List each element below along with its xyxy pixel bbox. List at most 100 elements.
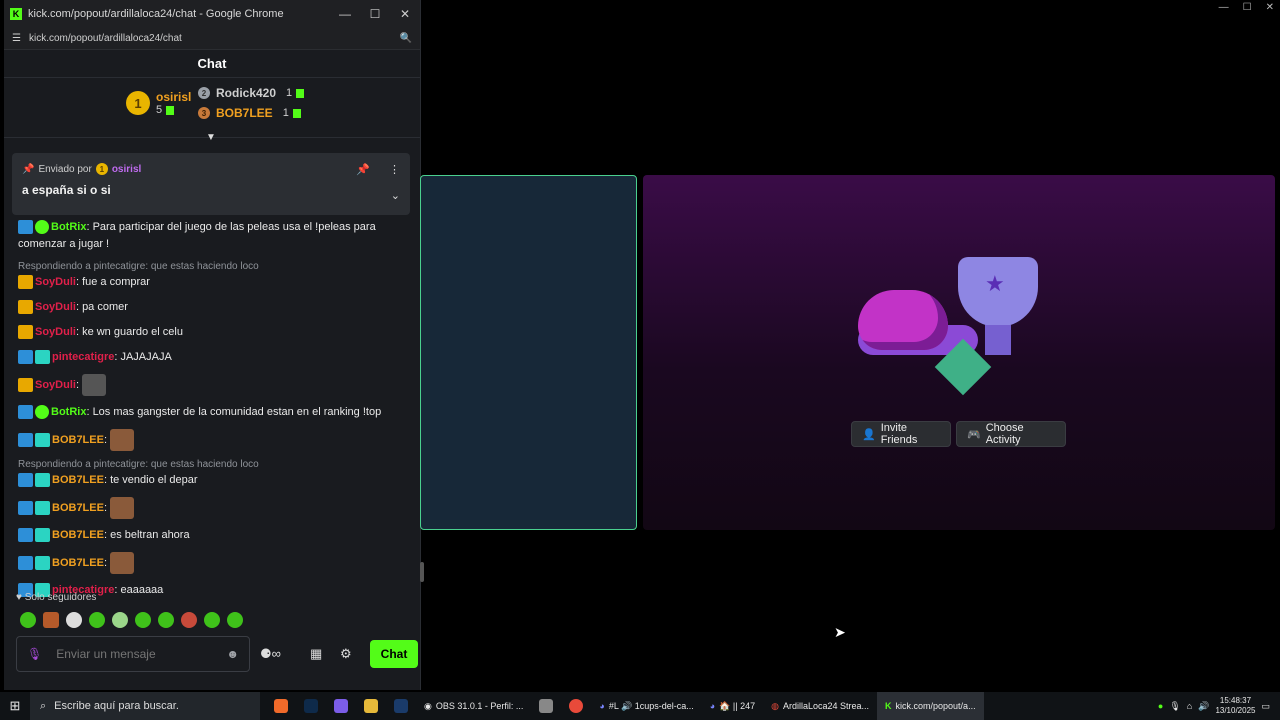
chat-username[interactable]: BotRix: [51, 221, 86, 233]
chat-username[interactable]: SoyDuli: [35, 326, 76, 338]
chat-message[interactable]: BotRix: Los mas gangster de la comunidad…: [18, 404, 410, 421]
site-settings-icon[interactable]: ☰: [12, 33, 21, 44]
taskbar-app-discord-1[interactable]: ◕ #L 🔊 1cups-del-ca...: [591, 692, 701, 720]
chat-username[interactable]: pintecatigre: [52, 351, 114, 363]
emote-button[interactable]: [227, 612, 243, 628]
chat-input[interactable]: [56, 647, 227, 661]
pinned-label: Enviado por: [38, 163, 92, 175]
microphone-icon[interactable]: 🎙: [1169, 701, 1180, 712]
participant-tile[interactable]: [420, 175, 637, 530]
chat-emote-image[interactable]: [110, 429, 135, 451]
chat-message-text: :: [103, 556, 108, 569]
leaderboard-first[interactable]: 1 osirisl 5: [126, 90, 191, 116]
chat-message[interactable]: SoyDuli: fue a comprar: [18, 274, 410, 291]
brave-icon[interactable]: [274, 699, 288, 713]
chat-username[interactable]: BOB7LEE: [52, 557, 104, 569]
chat-emote-image[interactable]: [110, 552, 135, 574]
windows-start-button[interactable]: ⊞: [0, 692, 30, 720]
emote-button[interactable]: [43, 612, 59, 628]
reply-context[interactable]: Respondiendo a pintecatigre: que estas h…: [18, 261, 410, 272]
minimize-button[interactable]: —: [330, 0, 360, 28]
chat-username[interactable]: SoyDuli: [35, 276, 76, 288]
chat-input-box[interactable]: 🎙 ☻: [16, 636, 250, 672]
chat-message[interactable]: BotRix: Para participar del juego de las…: [18, 219, 410, 253]
minimize-button[interactable]: —: [1219, 2, 1229, 13]
chat-username[interactable]: BOB7LEE: [52, 529, 104, 541]
send-chat-button[interactable]: Chat: [370, 640, 418, 668]
chat-message[interactable]: SoyDuli: ke wn guardo el celu: [18, 324, 410, 341]
chat-message[interactable]: SoyDuli: pa comer: [18, 299, 410, 316]
volume-icon[interactable]: 🔊: [1198, 701, 1209, 712]
taskbar-app-obs[interactable]: ◉ OBS 31.0.1 - Perfil: ...: [416, 692, 531, 720]
leaderboard-third[interactable]: 3 BOB7LEE 1: [198, 106, 301, 120]
taskbar-search[interactable]: ⌕ Escribe aquí para buscar.: [30, 692, 260, 720]
chat-emote-image[interactable]: [110, 497, 135, 519]
app-icon[interactable]: [539, 699, 554, 713]
status-dot-icon[interactable]: ●: [1158, 701, 1163, 711]
background-window-controls: — ☐ ✕: [1219, 2, 1274, 13]
emote-button[interactable]: [20, 612, 36, 628]
chat-username[interactable]: BOB7LEE: [52, 434, 104, 446]
chat-username[interactable]: BOB7LEE: [52, 474, 104, 486]
chat-message[interactable]: BOB7LEE:: [18, 552, 410, 574]
file-explorer-icon[interactable]: [364, 699, 378, 713]
mouse-cursor: ➤: [834, 624, 846, 640]
microphone-icon[interactable]: 🎙: [27, 647, 42, 661]
taskbar-app-chrome[interactable]: ◍ ArdillaLoca24 Strea...: [763, 692, 877, 720]
pinned-message-text: a españa si o si: [22, 183, 111, 197]
address-bar[interactable]: ☰ kick.com/popout/ardillaloca24/chat 🔍: [4, 28, 420, 50]
gear-icon[interactable]: ⚙: [340, 646, 352, 662]
copilot-icon[interactable]: [334, 699, 348, 713]
collapse-arrow-icon[interactable]: ▼: [206, 132, 216, 143]
gift-icon: [296, 88, 305, 98]
emote-button[interactable]: [135, 612, 151, 628]
emote-button[interactable]: [204, 612, 220, 628]
reply-context[interactable]: Respondiendo a pintecatigre: que estas h…: [18, 459, 410, 470]
emote-button[interactable]: [181, 612, 197, 628]
leaderboard-second[interactable]: 2 Rodick420 1: [198, 86, 305, 100]
chevron-down-icon[interactable]: ⌄: [391, 189, 400, 202]
pin-icon[interactable]: 📌: [356, 163, 370, 176]
emote-button[interactable]: [66, 612, 82, 628]
choose-activity-button[interactable]: 🎮 Choose Activity: [956, 421, 1066, 447]
invite-friends-button[interactable]: 👤 Invite Friends: [851, 421, 951, 447]
chat-message[interactable]: BOB7LEE: te vendio el depar: [18, 472, 410, 489]
emote-button[interactable]: [158, 612, 174, 628]
gold-medal-icon: 1: [95, 163, 108, 175]
chat-username[interactable]: SoyDuli: [35, 379, 76, 391]
chat-scrollbar[interactable]: [420, 562, 424, 582]
zoom-icon[interactable]: 🔍: [400, 33, 412, 44]
chat-username[interactable]: BotRix: [51, 406, 86, 418]
more-options-icon[interactable]: ⋮: [389, 163, 400, 176]
store-icon[interactable]: ▦: [310, 646, 322, 662]
taskbar-app-discord-2[interactable]: ◕ 🏠 || 247: [702, 692, 763, 720]
follow-only-notice: ♥ Solo seguidores: [16, 592, 96, 603]
maximize-button[interactable]: ☐: [360, 0, 390, 28]
gift-icon: [166, 105, 175, 115]
maximize-button[interactable]: ☐: [1243, 2, 1252, 13]
network-icon[interactable]: ⌂: [1187, 701, 1192, 711]
emoji-icon[interactable]: ☻: [226, 647, 239, 661]
chat-username[interactable]: SoyDuli: [35, 301, 76, 313]
emote-button[interactable]: [112, 612, 128, 628]
notification-icon[interactable]: ▭: [1261, 701, 1270, 712]
chat-message[interactable]: pintecatigre: JAJAJAJA: [18, 349, 410, 366]
chat-message[interactable]: BOB7LEE:: [18, 497, 410, 519]
chat-message[interactable]: BOB7LEE:: [18, 429, 410, 451]
pinned-message[interactable]: 📌 Enviado por 1 osirisl a españa si o si…: [12, 153, 410, 215]
pinned-by-user[interactable]: osirisl: [112, 164, 141, 175]
steam-icon[interactable]: [394, 699, 408, 713]
close-button[interactable]: ✕: [390, 0, 420, 28]
chat-message[interactable]: BOB7LEE: es beltran ahora: [18, 527, 410, 544]
photoshop-icon[interactable]: [304, 699, 318, 713]
taskbar-app-kick[interactable]: K kick.com/popout/a...: [877, 692, 984, 720]
clock[interactable]: 15:48:37 13/10/2025: [1215, 696, 1255, 716]
emote-button[interactable]: [89, 612, 105, 628]
close-button[interactable]: ✕: [1266, 2, 1274, 13]
chat-message[interactable]: SoyDuli:: [18, 374, 410, 396]
chat-username[interactable]: BOB7LEE: [52, 502, 104, 514]
chat-emote-image[interactable]: [82, 374, 107, 396]
chat-message-text: : fue a comprar: [75, 276, 150, 288]
kick-points-icon[interactable]: ⚈∞: [260, 646, 281, 662]
chrome-icon[interactable]: [569, 699, 584, 713]
